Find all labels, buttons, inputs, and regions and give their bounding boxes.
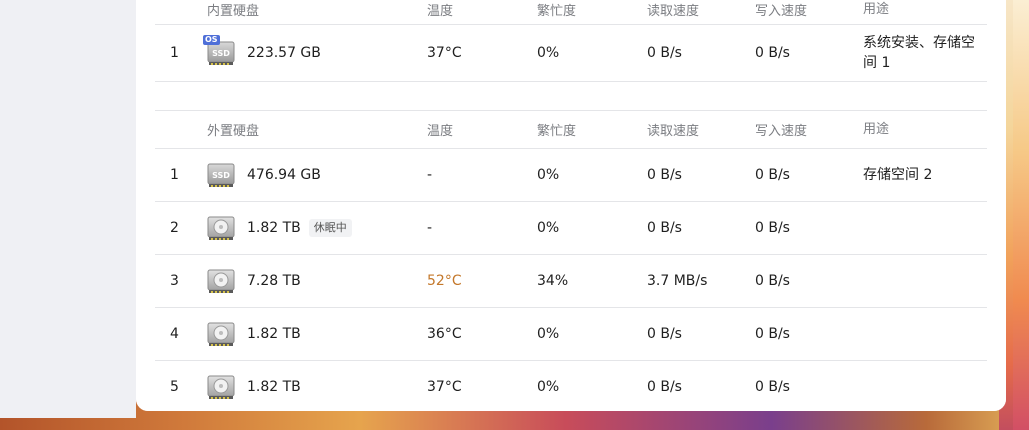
storage-window: 内置硬盘 温度 繁忙度 读取速度 写入速度 用途 1 SSD OS 223.57… bbox=[136, 0, 1006, 411]
disk-write-speed: 0 B/s bbox=[755, 167, 790, 183]
row-index: 5 bbox=[170, 379, 179, 395]
disk-busy: 34% bbox=[537, 273, 569, 289]
column-header-read: 读取速度 bbox=[647, 4, 700, 19]
column-header-disk: 外置硬盘 bbox=[207, 124, 260, 139]
external-table-header: 外置硬盘 温度 繁忙度 读取速度 写入速度 用途 bbox=[155, 111, 987, 149]
disk-temp: 37°C bbox=[427, 45, 462, 61]
disk-capacity: 1.82 TB bbox=[247, 220, 301, 236]
disk-read-speed: 0 B/s bbox=[647, 326, 682, 342]
table-row[interactable]: 4 1.82 TB 36°C 0% 0 B/s 0 B/s bbox=[155, 308, 987, 361]
os-badge: OS bbox=[203, 35, 220, 45]
disk-capacity: 7.28 TB bbox=[247, 273, 301, 289]
ssd-drive-icon: SSD OS bbox=[203, 35, 235, 67]
column-header-busy: 繁忙度 bbox=[537, 4, 577, 19]
disk-busy: 0% bbox=[537, 220, 560, 236]
disk-read-speed: 0 B/s bbox=[647, 167, 682, 183]
disk-cell: SSD 476.94 GB bbox=[207, 149, 417, 201]
disk-read-speed: 0 B/s bbox=[647, 379, 682, 395]
row-index: 3 bbox=[170, 273, 179, 289]
table-row[interactable]: 1 SSD OS 223.57 GB 37°C 0% 0 B/s 0 B/s 系… bbox=[155, 25, 987, 82]
disk-busy: 0% bbox=[537, 45, 560, 61]
desktop-background-left bbox=[0, 0, 136, 418]
disk-cell: 1.82 TB bbox=[207, 308, 417, 360]
disk-capacity: 476.94 GB bbox=[247, 167, 321, 183]
disk-cell: 1.82 TB 休眠中 bbox=[207, 202, 417, 254]
row-index: 4 bbox=[170, 326, 179, 342]
disk-usage bbox=[863, 308, 983, 360]
hdd-drive-icon bbox=[207, 267, 235, 295]
disk-write-speed: 0 B/s bbox=[755, 220, 790, 236]
disk-temp: 36°C bbox=[427, 326, 462, 342]
svg-text:SSD: SSD bbox=[212, 49, 230, 58]
internal-table-header: 内置硬盘 温度 繁忙度 读取速度 写入速度 用途 bbox=[155, 0, 987, 25]
disk-write-speed: 0 B/s bbox=[755, 379, 790, 395]
disk-read-speed: 3.7 MB/s bbox=[647, 273, 708, 289]
disk-temp: - bbox=[427, 167, 433, 183]
disk-write-speed: 0 B/s bbox=[755, 326, 790, 342]
hdd-drive-icon bbox=[207, 320, 235, 348]
column-header-write: 写入速度 bbox=[755, 4, 808, 19]
sleep-status-badge: 休眠中 bbox=[308, 219, 352, 237]
column-header-use: 用途 bbox=[863, 2, 890, 17]
internal-disk-table: 内置硬盘 温度 繁忙度 读取速度 写入速度 用途 1 SSD OS 223.57… bbox=[155, 0, 987, 82]
hdd-drive-icon bbox=[207, 373, 235, 401]
disk-capacity: 1.82 TB bbox=[247, 326, 301, 342]
column-header-temp: 温度 bbox=[427, 124, 454, 139]
table-row[interactable]: 5 1.82 TB 37°C 0% 0 B/s 0 B/s bbox=[155, 361, 987, 413]
row-index: 1 bbox=[170, 167, 179, 183]
disk-temp-warning: 52°C bbox=[427, 273, 462, 289]
disk-read-speed: 0 B/s bbox=[647, 45, 682, 61]
disk-usage: 系统安装、存储空间 1 bbox=[863, 35, 975, 71]
disk-busy: 0% bbox=[537, 167, 560, 183]
disk-usage bbox=[863, 255, 983, 307]
disk-write-speed: 0 B/s bbox=[755, 273, 790, 289]
row-index: 1 bbox=[170, 45, 179, 61]
disk-read-speed: 0 B/s bbox=[647, 220, 682, 236]
disk-busy: 0% bbox=[537, 326, 560, 342]
disk-cell: 1.82 TB bbox=[207, 361, 417, 413]
column-header-read: 读取速度 bbox=[647, 124, 700, 139]
disk-usage bbox=[863, 361, 983, 413]
disk-usage: 存储空间 2 bbox=[863, 167, 933, 183]
column-header-disk: 内置硬盘 bbox=[207, 4, 260, 19]
disk-usage bbox=[863, 202, 983, 254]
column-header-temp: 温度 bbox=[427, 4, 454, 19]
disk-capacity: 223.57 GB bbox=[247, 45, 321, 61]
disk-temp: - bbox=[427, 220, 433, 236]
table-row[interactable]: 1 SSD 476.94 GB - 0% 0 B/s 0 B/s 存储空间 2 bbox=[155, 149, 987, 202]
column-header-busy: 繁忙度 bbox=[537, 124, 577, 139]
hdd-drive-icon bbox=[207, 214, 235, 242]
disk-list-panel: 内置硬盘 温度 繁忙度 读取速度 写入速度 用途 1 SSD OS 223.57… bbox=[136, 0, 1006, 411]
column-header-use: 用途 bbox=[863, 121, 890, 137]
row-index: 2 bbox=[170, 220, 179, 236]
disk-write-speed: 0 B/s bbox=[755, 45, 790, 61]
table-row[interactable]: 2 1.82 TB 休眠中 - 0% 0 B/s 0 B/s bbox=[155, 202, 987, 255]
disk-cell: SSD OS 223.57 GB bbox=[203, 25, 417, 81]
external-disk-table: 外置硬盘 温度 繁忙度 读取速度 写入速度 用途 1 SSD 476.94 GB… bbox=[155, 110, 987, 413]
disk-cell: 7.28 TB bbox=[207, 255, 417, 307]
disk-busy: 0% bbox=[537, 379, 560, 395]
svg-text:SSD: SSD bbox=[212, 171, 230, 180]
column-header-write: 写入速度 bbox=[755, 124, 808, 139]
disk-temp: 37°C bbox=[427, 379, 462, 395]
disk-capacity: 1.82 TB bbox=[247, 379, 301, 395]
table-row[interactable]: 3 7.28 TB 52°C 34% 3.7 MB/s 0 B/s bbox=[155, 255, 987, 308]
ssd-drive-icon: SSD bbox=[207, 161, 235, 189]
